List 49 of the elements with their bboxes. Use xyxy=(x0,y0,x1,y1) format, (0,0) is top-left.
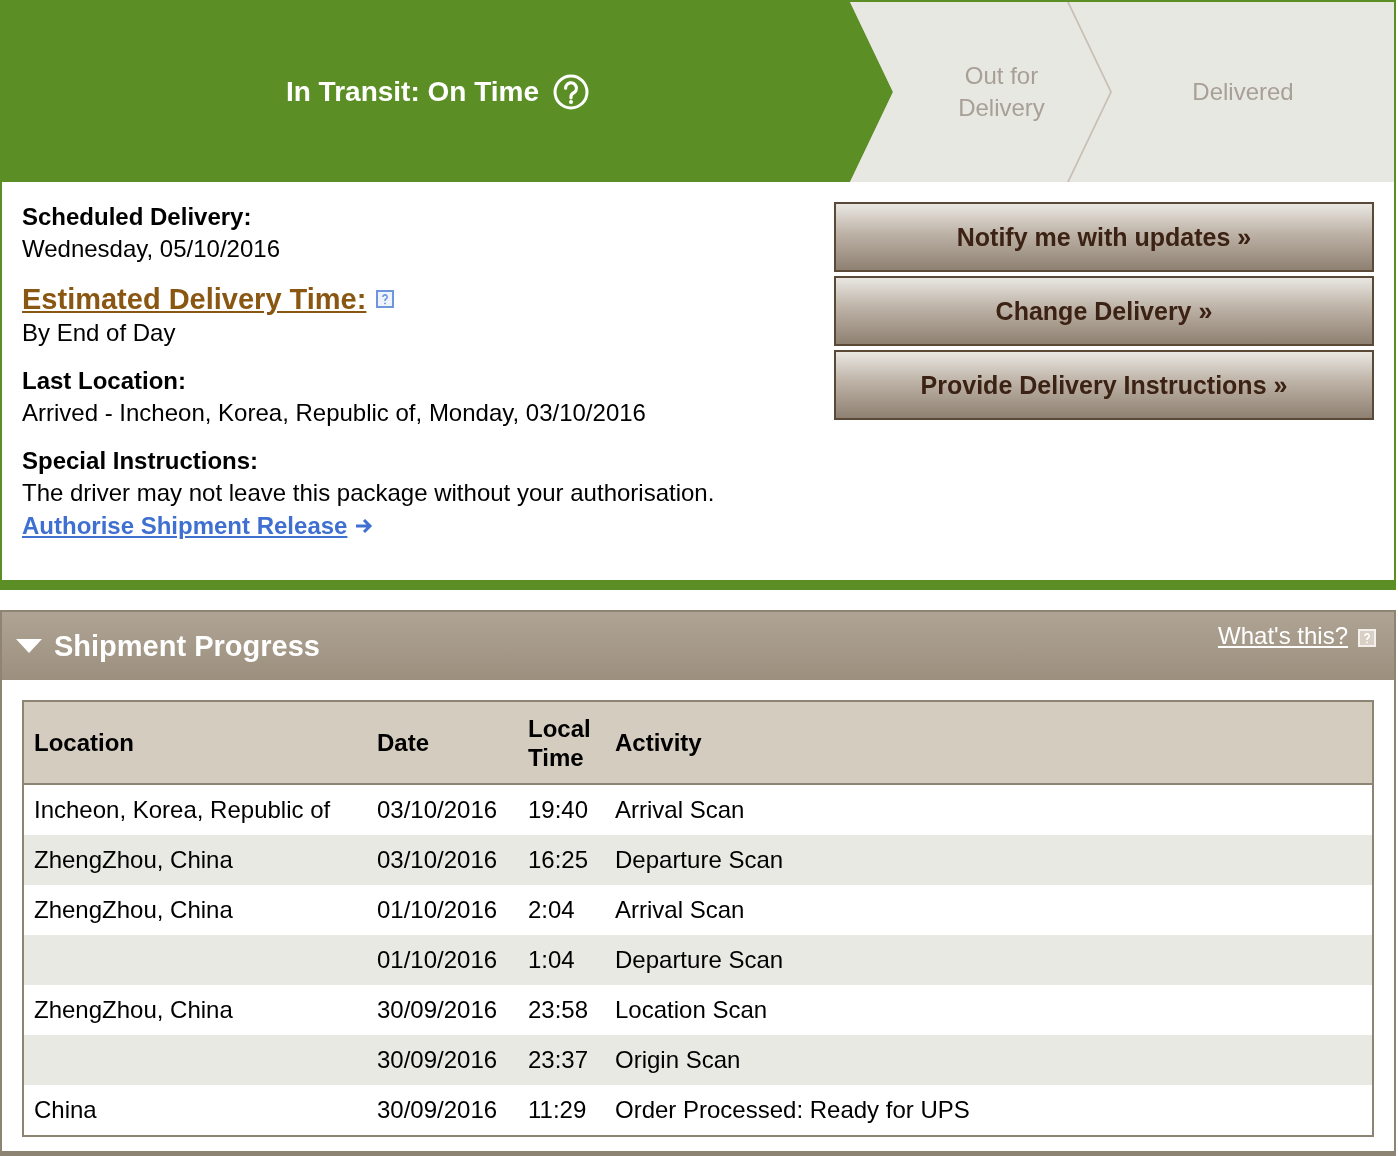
field-value: By End of Day xyxy=(22,318,177,348)
arrow-right-icon xyxy=(355,518,374,534)
table-cell: Departure Scan xyxy=(615,846,784,873)
table-cell: Arrival Scan xyxy=(615,896,745,923)
section-title: Shipment Progress xyxy=(54,629,320,663)
table-cell: 11:29 xyxy=(528,1096,587,1123)
authorise-link[interactable]: Authorise Shipment Release xyxy=(22,509,374,543)
table-cell: 23:58 xyxy=(528,996,589,1023)
table-cell: Order Processed: Ready for UPS xyxy=(615,1096,970,1123)
field-value: The driver may not leave this package without your authorisation. xyxy=(22,478,716,508)
status-label: Out for Delivery xyxy=(957,61,1046,123)
column-header: Local Time xyxy=(528,713,592,772)
action-button[interactable]: Provide Delivery Instructions » xyxy=(834,350,1374,420)
table-cell: 23:37 xyxy=(528,1046,589,1073)
table-cell: 30/09/2016 xyxy=(377,1096,498,1123)
column-header: Activity xyxy=(615,728,702,757)
table-cell: Origin Scan xyxy=(615,1046,741,1073)
table-cell: ZhengZhou, China xyxy=(34,846,233,873)
column-header: Date xyxy=(377,728,430,757)
table-cell: 19:40 xyxy=(528,796,589,823)
table-cell: 30/09/2016 xyxy=(377,1046,498,1073)
field-label: Last Location: xyxy=(22,366,187,396)
table-cell: 1:04 xyxy=(528,946,575,973)
field-label: Scheduled Delivery: xyxy=(22,202,253,232)
field-value: Arrived - Incheon, Korea, Republic of, Monday, 03/10/2016 xyxy=(22,398,647,428)
table-cell: 03/10/2016 xyxy=(377,846,498,873)
table-cell: 01/10/2016 xyxy=(377,896,498,923)
table-cell: 16:25 xyxy=(528,846,589,873)
table-cell: 2:04 xyxy=(528,896,575,923)
table-cell: 30/09/2016 xyxy=(377,996,498,1023)
table-cell: ZhengZhou, China xyxy=(34,896,233,923)
field-label: Special Instructions: xyxy=(22,446,260,476)
column-header: Location xyxy=(34,728,134,757)
caret-down-icon[interactable] xyxy=(16,639,42,653)
help-icon[interactable] xyxy=(376,290,395,308)
table-cell: Incheon, Korea, Republic of xyxy=(34,796,331,823)
delivery-time-link[interactable]: Estimated Delivery Time: xyxy=(22,281,367,317)
table-cell: 01/10/2016 xyxy=(377,946,498,973)
table-cell: Location Scan xyxy=(615,996,768,1023)
table-cell: Departure Scan xyxy=(615,946,784,973)
status-label: Delivered xyxy=(1192,77,1294,107)
action-button[interactable]: Notify me with updates » xyxy=(834,202,1374,272)
table-cell: 03/10/2016 xyxy=(377,796,498,823)
table-cell: China xyxy=(34,1096,97,1123)
action-button[interactable]: Change Delivery » xyxy=(834,276,1374,346)
table-cell: ZhengZhou, China xyxy=(34,996,233,1023)
field-value: Wednesday, 05/10/2016 xyxy=(22,234,281,264)
table-cell: Arrival Scan xyxy=(615,796,745,823)
status-label: In Transit: On Time xyxy=(285,76,540,108)
